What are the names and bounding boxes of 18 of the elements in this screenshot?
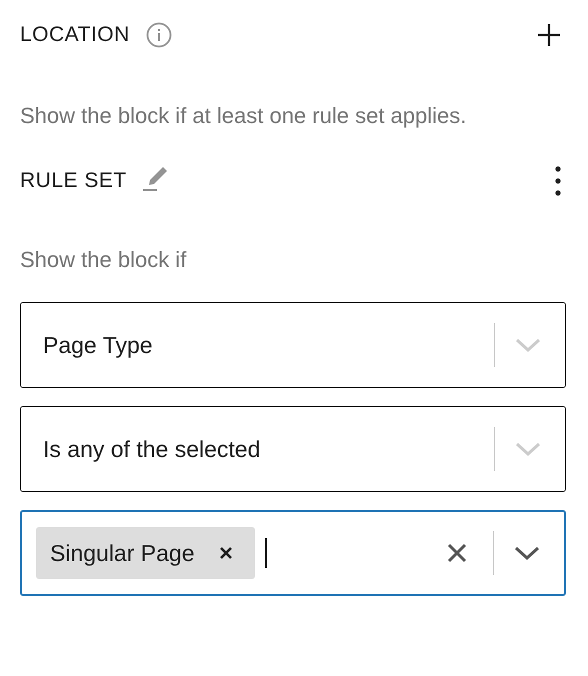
chevron-down-icon[interactable] [514,545,540,561]
select-field[interactable]: Page Type [20,302,566,388]
rule-set-title: RULE SET [20,169,127,193]
tag-label: Singular Page [50,540,194,566]
remove-icon[interactable] [218,546,232,560]
section-description: Show the block if at least one rule set applies. [20,102,468,130]
clear-icon[interactable] [446,543,466,563]
section-title: LOCATION [20,23,130,47]
text-cursor [264,538,266,568]
select-value: Page Type [43,332,153,358]
kebab-icon [555,166,561,196]
rule-set-intro: Show the block if [20,246,188,274]
info-icon[interactable] [146,22,172,48]
pencil-icon[interactable] [142,165,169,191]
select-value: Is any of the selected [43,436,260,462]
plus-icon [537,23,561,47]
select-field[interactable]: Is any of the selected [20,406,566,492]
select-field[interactable]: Singular Page [20,510,566,596]
